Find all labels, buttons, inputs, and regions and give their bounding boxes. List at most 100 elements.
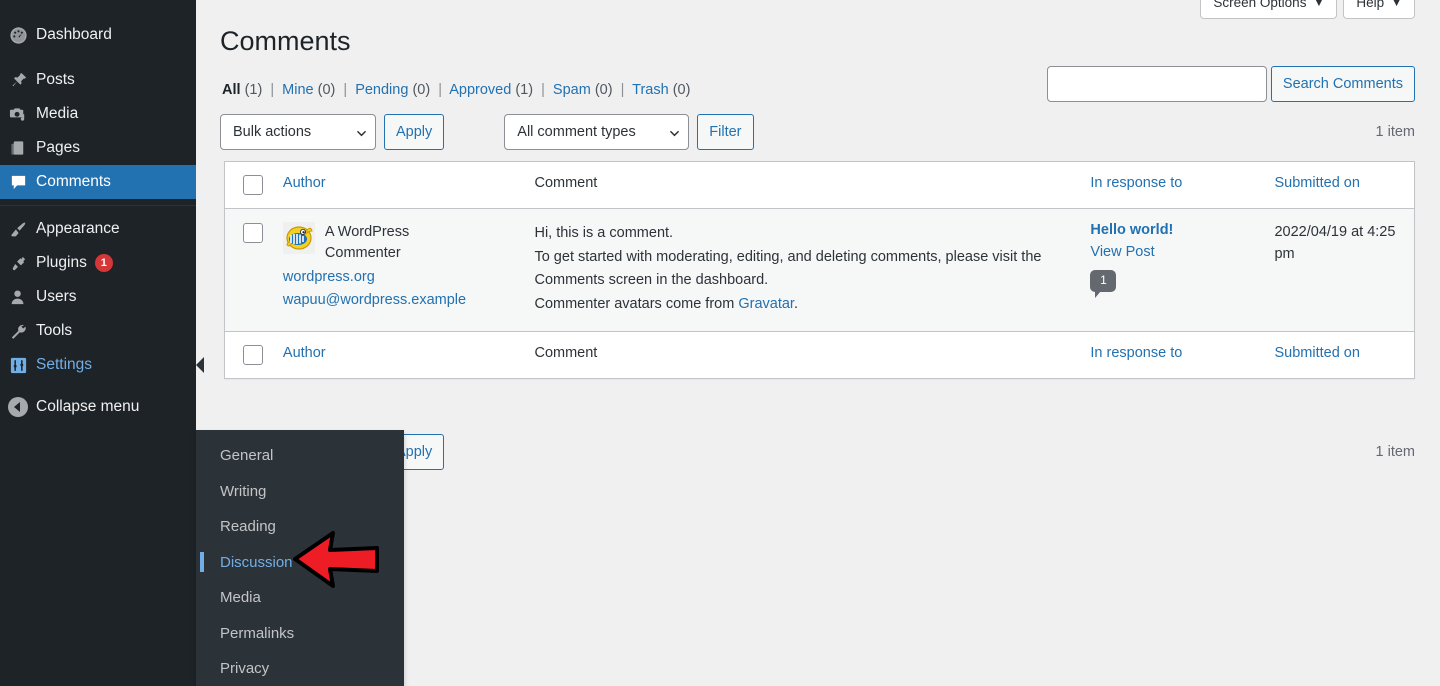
- sidebar-item-label: Dashboard: [36, 26, 112, 44]
- sidebar-item-comments[interactable]: Comments: [0, 165, 204, 199]
- apply-button-top[interactable]: Apply: [384, 114, 445, 150]
- filter-count-spam: (0): [594, 82, 613, 98]
- pin-icon: [0, 71, 36, 90]
- comments-list-table: Author Comment In response to Submitted …: [224, 161, 1415, 379]
- search-form: Search Comments: [1046, 66, 1415, 102]
- author-cell: A WordPress Commenter wordpress.org wapu…: [272, 208, 525, 332]
- column-footer-author[interactable]: Author: [272, 330, 525, 378]
- column-header-response[interactable]: In response to: [1080, 162, 1265, 209]
- dashboard-icon: [0, 26, 36, 45]
- column-footer-date[interactable]: Submitted on: [1264, 330, 1414, 378]
- submitted-on-cell: 2022/04/19 at 4:25 pm: [1264, 208, 1414, 332]
- comment-line-3: Commenter avatars come from Gravatar.: [534, 293, 1070, 315]
- filter-link-trash[interactable]: Trash: [632, 82, 669, 98]
- filter-separator: |: [438, 82, 442, 98]
- collapse-menu-label: Collapse menu: [36, 398, 140, 416]
- submenu-item-permalinks[interactable]: Permalinks: [196, 616, 404, 652]
- sidebar-item-appearance[interactable]: Appearance: [0, 212, 196, 246]
- sidebar-item-posts[interactable]: Posts: [0, 63, 196, 97]
- camera-icon: [0, 105, 36, 124]
- comment-types-select-wrap: All comment types: [504, 114, 690, 150]
- submenu-item-privacy[interactable]: Privacy: [196, 651, 404, 686]
- screen-options-button[interactable]: Screen Options ▼: [1200, 0, 1338, 19]
- column-footer-response[interactable]: In response to: [1080, 330, 1265, 378]
- filter-link-spam[interactable]: Spam: [553, 82, 591, 98]
- displaying-num-bottom: 1 item: [1375, 444, 1416, 460]
- filter-separator: |: [270, 82, 275, 98]
- comment-count-bubble: 1: [1090, 270, 1117, 292]
- author-site-link[interactable]: wordpress.org: [283, 266, 515, 289]
- collapse-arrow-icon: [0, 397, 36, 417]
- submenu-item-media[interactable]: Media: [196, 580, 404, 616]
- chevron-down-icon: ▼: [1391, 0, 1402, 9]
- plugins-update-badge: 1: [94, 254, 113, 272]
- table-row: A WordPress Commenter wordpress.org wapu…: [225, 208, 1414, 332]
- filter-separator: |: [620, 82, 625, 98]
- sidebar-item-label: Plugins: [36, 254, 87, 272]
- status-filter-links: All (1) | Mine (0) | Pending (0) | Appro…: [222, 82, 690, 98]
- submenu-item-general[interactable]: General: [196, 438, 404, 474]
- sidebar-item-label: Appearance: [36, 220, 120, 238]
- search-input[interactable]: [1046, 66, 1267, 102]
- sidebar-item-media[interactable]: Media: [0, 97, 196, 131]
- help-label: Help: [1356, 0, 1385, 10]
- post-comment-count[interactable]: 1: [1090, 270, 1117, 298]
- sliders-icon: [0, 356, 36, 375]
- filter-count-pending: (0): [412, 82, 431, 98]
- comment-line-2: To get started with moderating, editing,…: [534, 249, 1042, 288]
- user-icon: [0, 288, 36, 307]
- submenu-item-reading[interactable]: Reading: [196, 509, 404, 545]
- help-button[interactable]: Help ▼: [1343, 0, 1415, 19]
- filter-count-approved: (1): [515, 82, 534, 98]
- bubble-tail-icon: [1095, 290, 1102, 298]
- bulk-actions-select[interactable]: Bulk actions: [220, 114, 376, 150]
- sidebar-item-tools[interactable]: Tools: [0, 314, 196, 348]
- plug-icon: [0, 254, 36, 273]
- submenu-item-writing[interactable]: Writing: [196, 474, 404, 510]
- settings-submenu: General Writing Reading Discussion Media…: [196, 430, 404, 686]
- view-post-link[interactable]: View Post: [1090, 244, 1254, 260]
- comment-line-3-suffix: .: [793, 296, 798, 313]
- gravatar-link[interactable]: Gravatar: [738, 296, 794, 312]
- select-all-checkbox-bottom[interactable]: [243, 344, 263, 365]
- table-footer-row: Author Comment In response to Submitted …: [225, 330, 1414, 378]
- sidebar-item-label: Comments: [36, 173, 111, 191]
- sidebar-item-settings[interactable]: Settings: [0, 348, 204, 382]
- screen-options-label: Screen Options: [1213, 0, 1307, 10]
- sidebar-item-pages[interactable]: Pages: [0, 131, 196, 165]
- table-head: Author Comment In response to Submitted …: [225, 162, 1414, 209]
- filter-link-mine[interactable]: Mine: [282, 82, 313, 98]
- collapse-menu-button[interactable]: Collapse menu: [0, 390, 196, 424]
- filter-count-all: (1): [244, 82, 263, 98]
- bulk-actions-select-wrap: Bulk actions: [220, 114, 376, 150]
- sidebar-item-label: Users: [36, 288, 77, 306]
- table-header-row: Author Comment In response to Submitted …: [225, 162, 1414, 209]
- response-post-link[interactable]: Hello world!: [1090, 222, 1254, 238]
- sidebar-item-label: Settings: [36, 356, 93, 374]
- filter-separator: |: [541, 82, 545, 98]
- search-comments-button[interactable]: Search Comments: [1270, 66, 1415, 102]
- column-header-author[interactable]: Author: [272, 162, 525, 209]
- filter-link-approved[interactable]: Approved: [449, 82, 511, 98]
- comment-cell: Hi, this is a comment. To get started wi…: [524, 208, 1081, 332]
- column-header-date[interactable]: Submitted on: [1264, 162, 1414, 209]
- sidebar-item-plugins[interactable]: Plugins 1: [0, 246, 196, 280]
- sidebar-item-dashboard[interactable]: Dashboard: [0, 18, 196, 52]
- tablenav-top: Bulk actions Apply All comment types Fil…: [220, 114, 1415, 150]
- row-select-checkbox[interactable]: [243, 223, 263, 243]
- filter-link-pending[interactable]: Pending: [355, 82, 408, 98]
- filter-link-all[interactable]: All: [222, 82, 241, 98]
- select-all-header: [225, 162, 273, 209]
- displaying-num-top: 1 item: [1375, 124, 1416, 140]
- sidebar-item-users[interactable]: Users: [0, 280, 196, 314]
- comment-types-select[interactable]: All comment types: [504, 114, 690, 150]
- comment-bubble-icon: [0, 173, 36, 192]
- select-all-checkbox-top[interactable]: [243, 175, 263, 195]
- submenu-item-discussion[interactable]: Discussion: [196, 545, 404, 581]
- author-email-link[interactable]: wapuu@wordpress.example: [283, 289, 515, 312]
- page-icon: [0, 139, 36, 158]
- sidebar-item-label: Pages: [36, 139, 80, 157]
- sidebar-item-label: Posts: [36, 71, 75, 89]
- filter-button[interactable]: Filter: [697, 114, 754, 150]
- filter-count-mine: (0): [317, 82, 336, 98]
